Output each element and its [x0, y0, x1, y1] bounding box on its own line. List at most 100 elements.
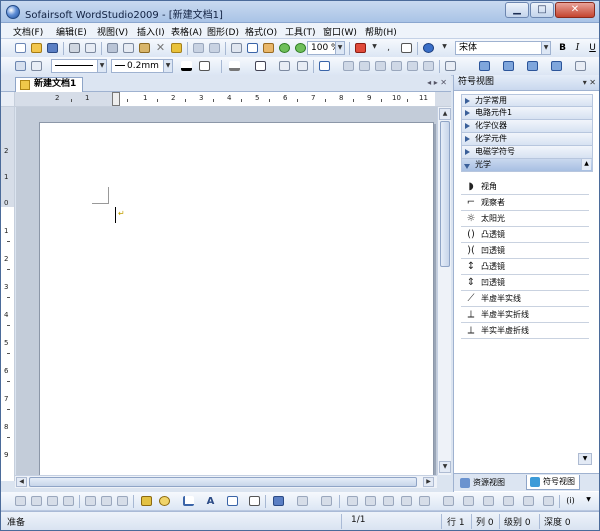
category-chem-elements[interactable]: 化学元件: [461, 133, 593, 146]
help-dropdown-icon[interactable]: ▼: [437, 41, 452, 55]
tab-strip-controls[interactable]: ◂ ▸ ✕: [427, 78, 447, 87]
copy-icon[interactable]: [121, 41, 136, 55]
line-width-select[interactable]: 0.2mm ▼: [111, 59, 173, 73]
shape-4-icon[interactable]: [501, 494, 516, 508]
scroll-up-button[interactable]: ▲: [439, 108, 451, 120]
align-text-icon[interactable]: [501, 59, 516, 73]
category-electromagnetism[interactable]: 电磁学符号: [461, 146, 593, 159]
open-folder-button[interactable]: [29, 41, 44, 55]
rotate-icon[interactable]: [115, 494, 130, 508]
delete-icon[interactable]: ✕: [153, 41, 168, 55]
shape-1-icon[interactable]: [441, 494, 456, 508]
category-optics[interactable]: 光学 ▲: [461, 159, 593, 172]
minimize-button[interactable]: ▁: [505, 2, 529, 18]
formula-icon[interactable]: [399, 41, 414, 55]
menu-format[interactable]: 格式(O): [245, 25, 277, 38]
layout-tool-1-icon[interactable]: [13, 494, 28, 508]
menu-view[interactable]: 视图(V): [97, 25, 128, 38]
close-button[interactable]: ✕: [555, 2, 595, 18]
align-right-icon[interactable]: [525, 59, 540, 73]
line-color-icon[interactable]: [179, 59, 194, 73]
line-style-5-icon[interactable]: [417, 494, 432, 508]
italic-button[interactable]: I: [570, 41, 585, 55]
zoom-select[interactable]: 100 % ▼: [307, 41, 345, 55]
symbol-item[interactable]: () 凸透镜: [461, 227, 589, 243]
horizontal-ruler[interactable]: 2 1 1 2 3 4 5 6 7 8 9 10 11: [15, 92, 451, 107]
undo-icon[interactable]: [191, 41, 206, 55]
shape-6-icon[interactable]: [541, 494, 556, 508]
stamp-icon[interactable]: [319, 494, 334, 508]
panel-scroll-down-button[interactable]: ▼: [578, 453, 592, 465]
line-style-4-icon[interactable]: [399, 494, 414, 508]
print-button[interactable]: [67, 41, 82, 55]
text-box-icon[interactable]: [277, 59, 292, 73]
menu-edit[interactable]: 编辑(E): [56, 25, 87, 38]
menu-table[interactable]: 表格(A): [171, 25, 202, 38]
ruler-corner[interactable]: [1, 92, 15, 107]
align-left-icon[interactable]: [443, 59, 458, 73]
layout-tool-3-icon[interactable]: [61, 494, 76, 508]
comma-icon[interactable]: ,: [381, 41, 396, 55]
delete-column-icon[interactable]: [389, 59, 404, 73]
symbol-item[interactable]: ⌐ 观察者: [461, 195, 589, 211]
symbol-item[interactable]: ↕ 凸透镜: [461, 259, 589, 275]
select-icon[interactable]: [229, 41, 244, 55]
underline-button[interactable]: U: [585, 41, 599, 55]
border-icon[interactable]: [197, 59, 212, 73]
ungroup-icon[interactable]: [99, 494, 114, 508]
text-tool-icon[interactable]: A: [203, 494, 218, 508]
insert-row-icon[interactable]: [341, 59, 356, 73]
align-center-icon[interactable]: [477, 59, 492, 73]
symbol-item[interactable]: ⟂ 半实半虚折线: [461, 323, 589, 339]
screen-icon[interactable]: [271, 494, 286, 508]
scroll-down-button[interactable]: ▼: [439, 461, 451, 473]
grid-icon[interactable]: [245, 41, 260, 55]
line-style-3-icon[interactable]: [381, 494, 396, 508]
dropdown-arrow-icon[interactable]: ▼: [367, 41, 382, 55]
horizontal-scrollbar[interactable]: ◀ ▶: [15, 475, 437, 488]
pen-icon[interactable]: [295, 494, 310, 508]
menu-help[interactable]: 帮助(H): [365, 25, 397, 38]
font-select[interactable]: 宋体 ▼: [455, 41, 551, 55]
properties-icon[interactable]: [29, 59, 44, 73]
connector-icon[interactable]: [225, 494, 240, 508]
paste-icon[interactable]: [137, 41, 152, 55]
toolbar-overflow-icon[interactable]: ▼: [581, 494, 596, 508]
table-icon[interactable]: [317, 59, 332, 73]
insert-image-icon[interactable]: [353, 41, 368, 55]
symbol-item[interactable]: ⟋ 半虚半实线: [461, 291, 589, 307]
scroll-left-button[interactable]: ◀: [16, 477, 27, 487]
menu-graphics[interactable]: 图形(D): [207, 25, 239, 38]
lock-icon[interactable]: [29, 494, 44, 508]
axis-icon[interactable]: [181, 494, 196, 508]
cut-icon[interactable]: [105, 41, 120, 55]
shadow-icon[interactable]: [253, 59, 268, 73]
help-icon[interactable]: [421, 41, 436, 55]
layout-tool-2-icon[interactable]: [45, 494, 60, 508]
print-preview-button[interactable]: [83, 41, 98, 55]
document-canvas[interactable]: ↵: [16, 107, 437, 475]
tab-symbol-view[interactable]: 符号视图: [526, 475, 580, 490]
panel-controls[interactable]: ▾ ✕: [583, 75, 596, 90]
distribute-icon[interactable]: [549, 59, 564, 73]
split-cells-icon[interactable]: [421, 59, 436, 73]
vertical-scroll-thumb[interactable]: [440, 121, 450, 267]
scroll-right-button[interactable]: ▶: [423, 477, 434, 487]
shape-2-icon[interactable]: [461, 494, 476, 508]
horizontal-scroll-thumb[interactable]: [29, 477, 417, 487]
line-style-1-icon[interactable]: [345, 494, 360, 508]
insert-column-icon[interactable]: [357, 59, 372, 73]
pointer-tool-icon[interactable]: [247, 494, 262, 508]
fill-color-icon[interactable]: [227, 59, 242, 73]
menu-insert[interactable]: 插入(I): [137, 25, 165, 38]
more-tools-icon[interactable]: [573, 59, 588, 73]
vertical-ruler[interactable]: 2 1 0 1 2 3 4 5 6 7 8 9: [1, 107, 15, 481]
shape-5-icon[interactable]: [521, 494, 536, 508]
delete-row-icon[interactable]: [373, 59, 388, 73]
zoom-out-icon[interactable]: [293, 41, 308, 55]
symbol-item[interactable]: ☼ 太阳光: [461, 211, 589, 227]
menu-window[interactable]: 窗口(W): [323, 25, 357, 38]
bold-button[interactable]: B: [555, 41, 570, 55]
line-style-2-icon[interactable]: [363, 494, 378, 508]
document-page[interactable]: ↵: [39, 122, 434, 475]
